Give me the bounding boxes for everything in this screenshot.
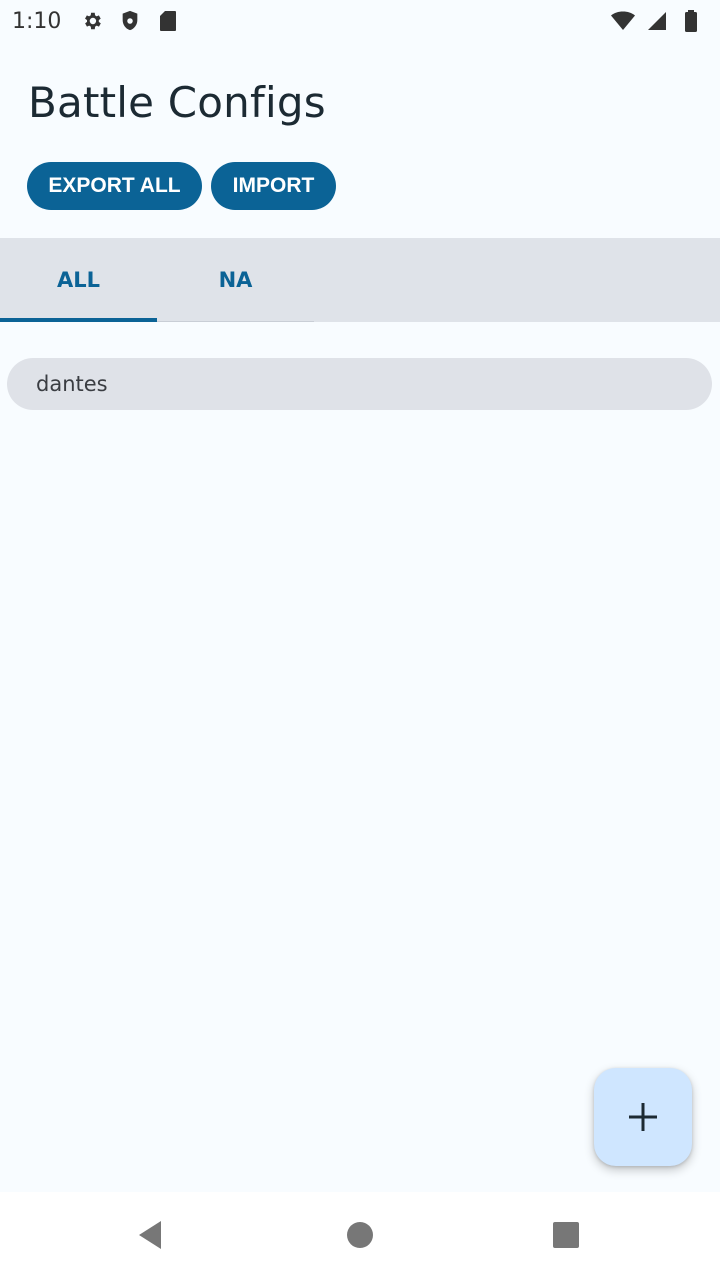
back-button[interactable] (127, 1212, 173, 1258)
gear-icon (79, 8, 105, 34)
tab-all[interactable]: ALL (0, 238, 157, 322)
recents-button[interactable] (543, 1212, 589, 1258)
status-bar: 1:10 (0, 0, 720, 42)
wifi-icon (610, 8, 636, 34)
tab-selected-indicator (0, 318, 157, 322)
navigation-bar (0, 1192, 720, 1278)
add-config-fab[interactable] (594, 1068, 692, 1166)
status-time: 1:10 (12, 8, 62, 34)
tab-na[interactable]: NA (157, 238, 314, 322)
import-button[interactable]: IMPORT (211, 162, 336, 210)
sd-card-icon (155, 8, 181, 34)
recents-icon (553, 1222, 579, 1248)
app-screen: 1:10 Battle Configs EXPORT ALL IMPORT AL… (0, 0, 720, 1278)
back-icon (139, 1221, 161, 1249)
home-icon (347, 1222, 373, 1248)
tab-bar: ALL NA (0, 238, 720, 322)
signal-icon (644, 8, 670, 34)
tab-divider (157, 321, 314, 322)
plus-icon (629, 1103, 657, 1131)
battery-icon (678, 8, 704, 34)
list-item-config[interactable]: dantes (7, 358, 712, 410)
home-button[interactable] (337, 1212, 383, 1258)
status-right-icons (606, 8, 708, 34)
export-all-button[interactable]: EXPORT ALL (27, 162, 202, 210)
shield-icon (117, 8, 143, 34)
page-title: Battle Configs (28, 78, 326, 127)
